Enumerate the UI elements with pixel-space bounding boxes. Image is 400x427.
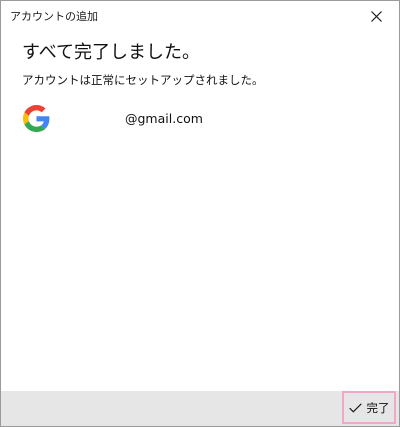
status-message: アカウントは正常にセットアップされました。 [22,73,264,87]
account-entry: @gmail.com [23,105,363,133]
footer-bar: 完了 [1,391,399,426]
account-email: @gmail.com [125,111,203,126]
add-account-dialog: アカウントの追加 すべて完了しました。 アカウントは正常にセットアップされました… [0,0,400,427]
page-title: すべて完了しました。 [22,42,201,63]
close-icon [371,11,382,22]
window-title: アカウントの追加 [10,10,98,23]
done-button-label: 完了 [366,400,390,415]
title-bar: アカウントの追加 [1,1,399,32]
checkmark-icon [348,402,362,413]
close-button[interactable] [354,1,399,32]
google-g-icon [23,105,50,132]
done-button[interactable]: 完了 [342,391,396,424]
